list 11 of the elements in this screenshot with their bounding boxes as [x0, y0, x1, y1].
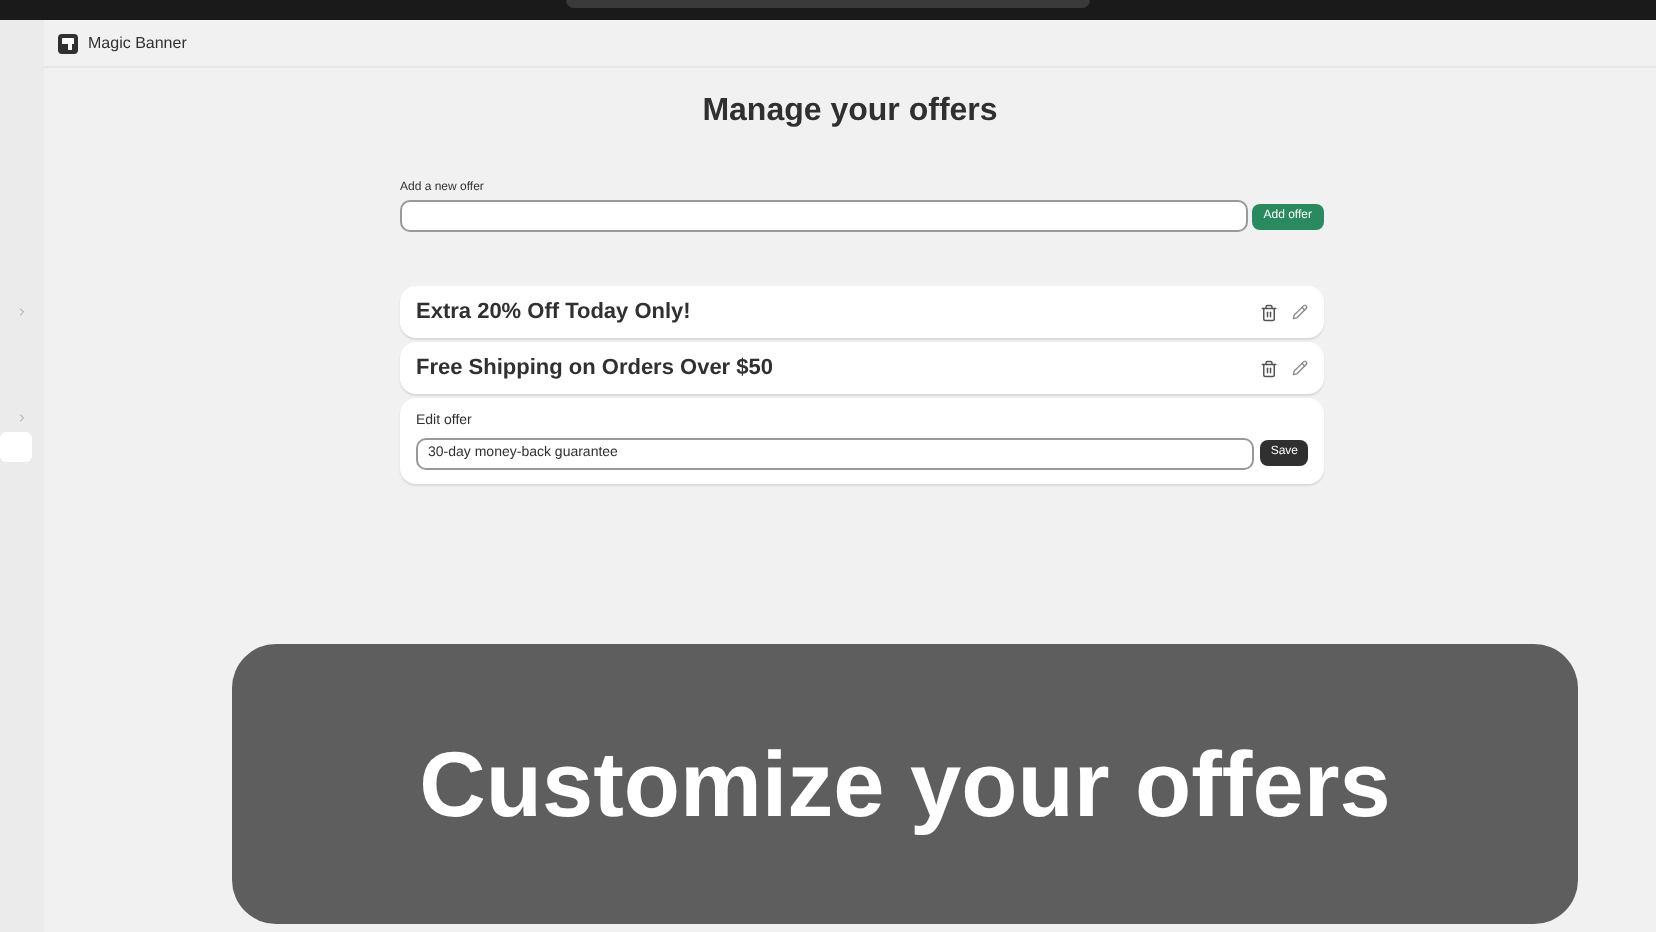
delete-icon[interactable] [1260, 359, 1278, 377]
page-title: Manage your offers [702, 92, 998, 132]
app-icon [58, 33, 78, 53]
offer-text: Extra 20% Off Today Only! [416, 297, 693, 328]
caption-text: Customize your offers [419, 729, 1391, 839]
edit-icon[interactable] [1292, 304, 1308, 320]
delete-icon[interactable] [1260, 303, 1278, 321]
app-title: Magic Banner [88, 31, 187, 55]
new-offer-field[interactable] [400, 200, 1248, 232]
edit-icon[interactable] [1292, 360, 1308, 376]
offer-text: Free Shipping on Orders Over $50 [416, 353, 775, 384]
